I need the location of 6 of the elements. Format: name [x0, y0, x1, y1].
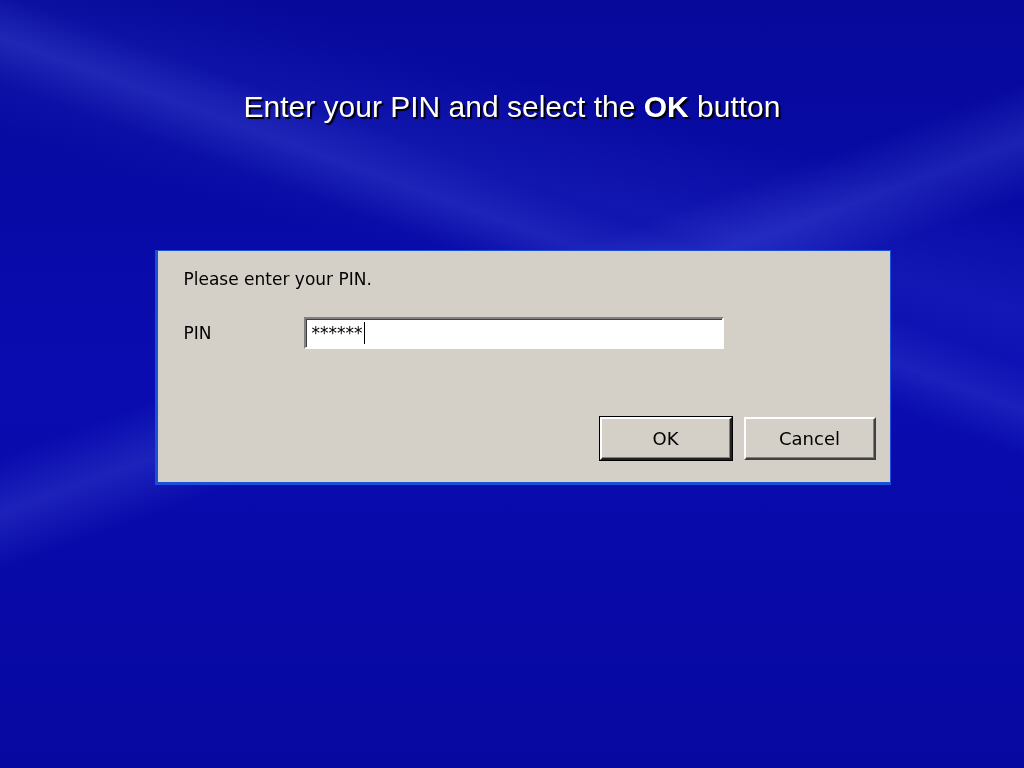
slide-title: Enter your PIN and select the OK button	[243, 90, 781, 124]
ok-button[interactable]: OK	[599, 417, 732, 460]
field-label: PIN	[183, 323, 213, 343]
dialog-message: Please enter your PIN.	[183, 269, 373, 289]
pin-field[interactable]: ******	[303, 317, 724, 349]
cancel-button[interactable]: Cancel	[743, 417, 876, 460]
